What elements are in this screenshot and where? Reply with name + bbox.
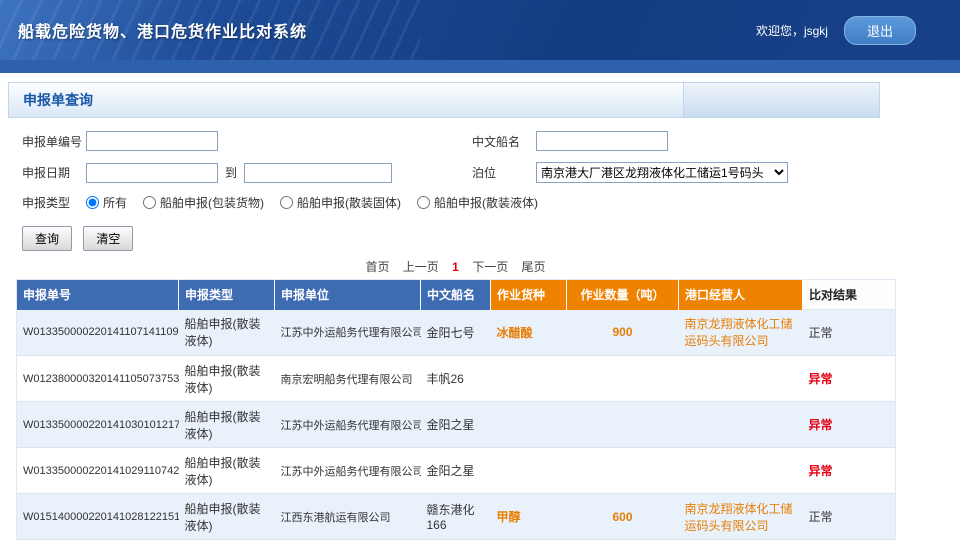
col-header-result: 比对结果 [803, 280, 896, 310]
decl-no-label: 申报单编号 [22, 133, 86, 150]
radio-input-3[interactable] [417, 196, 430, 209]
cell-result: 正常 [803, 310, 896, 356]
welcome-text: 欢迎您，jsgkj [756, 22, 828, 39]
col-header-ship: 中文船名 [421, 280, 491, 310]
radio-label-1: 船舶申报(包装货物) [160, 194, 264, 211]
header-sub-band [0, 60, 960, 73]
cell-operator [679, 402, 803, 448]
cell-decl-no: W015140000220141028122151 [17, 494, 179, 540]
cell-result: 异常 [803, 356, 896, 402]
cell-qty [567, 448, 679, 494]
radio-option-2[interactable]: 船舶申报(散装固体) [280, 194, 401, 211]
cell-result: 正常 [803, 494, 896, 540]
radio-label-3: 船舶申报(散装液体) [434, 194, 538, 211]
cell-decl-no: W013350000220141029110742 [17, 448, 179, 494]
table-row: W015140000220141028122151 船舶申报(散装液体) 江西东… [17, 494, 896, 540]
pagination-prev[interactable]: 上一页 [403, 260, 439, 274]
cell-ship: 金阳之星 [421, 448, 491, 494]
col-header-type: 申报类型 [179, 280, 275, 310]
date-to-input[interactable] [244, 163, 392, 183]
pagination-last[interactable]: 尾页 [522, 260, 546, 274]
pagination-current-page: 1 [452, 260, 459, 274]
ship-name-label: 中文船名 [472, 133, 536, 150]
radio-option-3[interactable]: 船舶申报(散装液体) [417, 194, 538, 211]
cell-unit: 江苏中外运船务代理有限公司 [275, 448, 421, 494]
cell-cargo: 冰醋酸 [491, 310, 567, 356]
cell-result: 异常 [803, 402, 896, 448]
pagination-next[interactable]: 下一页 [472, 260, 508, 274]
cell-decl-no: W013350000220141030101217 [17, 402, 179, 448]
cell-unit: 江苏中外运船务代理有限公司 [275, 310, 421, 356]
cell-operator: 南京龙翔液体化工储运码头有限公司 [679, 310, 803, 356]
app-header: 船载危险货物、港口危货作业比对系统 欢迎您，jsgkj 退出 [0, 0, 960, 60]
date-to-separator: 到 [225, 164, 237, 181]
cell-operator [679, 356, 803, 402]
cell-type: 船舶申报(散装液体) [179, 310, 275, 356]
decl-no-input[interactable] [86, 131, 218, 151]
pagination-first[interactable]: 首页 [365, 260, 389, 274]
table-row: W013350000220141029110742 船舶申报(散装液体) 江苏中… [17, 448, 896, 494]
section-bar-left: 申报单查询 [8, 82, 684, 118]
radio-label-0: 所有 [103, 194, 127, 211]
cell-unit: 南京宏明船务代理有限公司 [275, 356, 421, 402]
cell-cargo: 甲醇 [491, 494, 567, 540]
cell-ship: 丰帆26 [421, 356, 491, 402]
cell-qty [567, 356, 679, 402]
table-row: W013350000220141107141109 船舶申报(散装液体) 江苏中… [17, 310, 896, 356]
results-table: 申报单号 申报类型 申报单位 中文船名 作业货种 作业数量（吨） 港口经营人 比… [16, 279, 896, 540]
cell-unit: 江苏中外运船务代理有限公司 [275, 402, 421, 448]
radio-input-0[interactable] [86, 196, 99, 209]
section-bar-right [684, 82, 880, 118]
cell-ship: 赣东港化166 [421, 494, 491, 540]
col-header-cargo: 作业货种 [491, 280, 567, 310]
table-header-row: 申报单号 申报类型 申报单位 中文船名 作业货种 作业数量（吨） 港口经营人 比… [17, 280, 896, 310]
table-row: W013350000220141030101217 船舶申报(散装液体) 江苏中… [17, 402, 896, 448]
results-tbody: W013350000220141107141109 船舶申报(散装液体) 江苏中… [17, 310, 896, 540]
cell-cargo [491, 402, 567, 448]
clear-button[interactable]: 清空 [83, 226, 133, 251]
cell-unit: 江西东港航运有限公司 [275, 494, 421, 540]
section-bar: 申报单查询 [8, 82, 952, 118]
cell-qty: 600 [567, 494, 679, 540]
cell-ship: 金阳七号 [421, 310, 491, 356]
berth-label: 泊位 [472, 164, 536, 181]
logout-button[interactable]: 退出 [844, 16, 916, 45]
cell-cargo [491, 448, 567, 494]
col-header-qty: 作业数量（吨） [567, 280, 679, 310]
cell-result: 异常 [803, 448, 896, 494]
col-header-decl-no: 申报单号 [17, 280, 179, 310]
query-form: 申报单编号 中文船名 申报日期 到 泊位 南京港大厂港区龙翔液体化工储运1号码头 [8, 118, 952, 251]
cell-type: 船舶申报(散装液体) [179, 448, 275, 494]
decl-type-radios: 所有 船舶申报(包装货物) 船舶申报(散装固体) 船舶申报(散装液体) [86, 194, 538, 211]
table-row: W012380000320141105073753 船舶申报(散装液体) 南京宏… [17, 356, 896, 402]
cell-operator [679, 448, 803, 494]
ship-name-input[interactable] [536, 131, 668, 151]
date-from-input[interactable] [86, 163, 218, 183]
app-title: 船载危险货物、港口危货作业比对系统 [0, 18, 307, 42]
radio-option-1[interactable]: 船舶申报(包装货物) [143, 194, 264, 211]
pagination: 首页 上一页 1 下一页 尾页 [16, 258, 895, 275]
query-button[interactable]: 查询 [22, 226, 72, 251]
cell-operator: 南京龙翔液体化工储运码头有限公司 [679, 494, 803, 540]
berth-select[interactable]: 南京港大厂港区龙翔液体化工储运1号码头 [536, 162, 788, 183]
cell-type: 船舶申报(散装液体) [179, 356, 275, 402]
cell-type: 船舶申报(散装液体) [179, 494, 275, 540]
cell-decl-no: W012380000320141105073753 [17, 356, 179, 402]
cell-ship: 金阳之星 [421, 402, 491, 448]
cell-qty [567, 402, 679, 448]
decl-type-label: 申报类型 [22, 194, 86, 211]
radio-option-0[interactable]: 所有 [86, 194, 127, 211]
radio-label-2: 船舶申报(散装固体) [297, 194, 401, 211]
page-title: 申报单查询 [9, 90, 93, 110]
cell-type: 船舶申报(散装液体) [179, 402, 275, 448]
cell-cargo [491, 356, 567, 402]
col-header-unit: 申报单位 [275, 280, 421, 310]
col-header-operator: 港口经营人 [679, 280, 803, 310]
cell-decl-no: W013350000220141107141109 [17, 310, 179, 356]
radio-input-1[interactable] [143, 196, 156, 209]
cell-qty: 900 [567, 310, 679, 356]
date-label: 申报日期 [22, 164, 86, 181]
radio-input-2[interactable] [280, 196, 293, 209]
